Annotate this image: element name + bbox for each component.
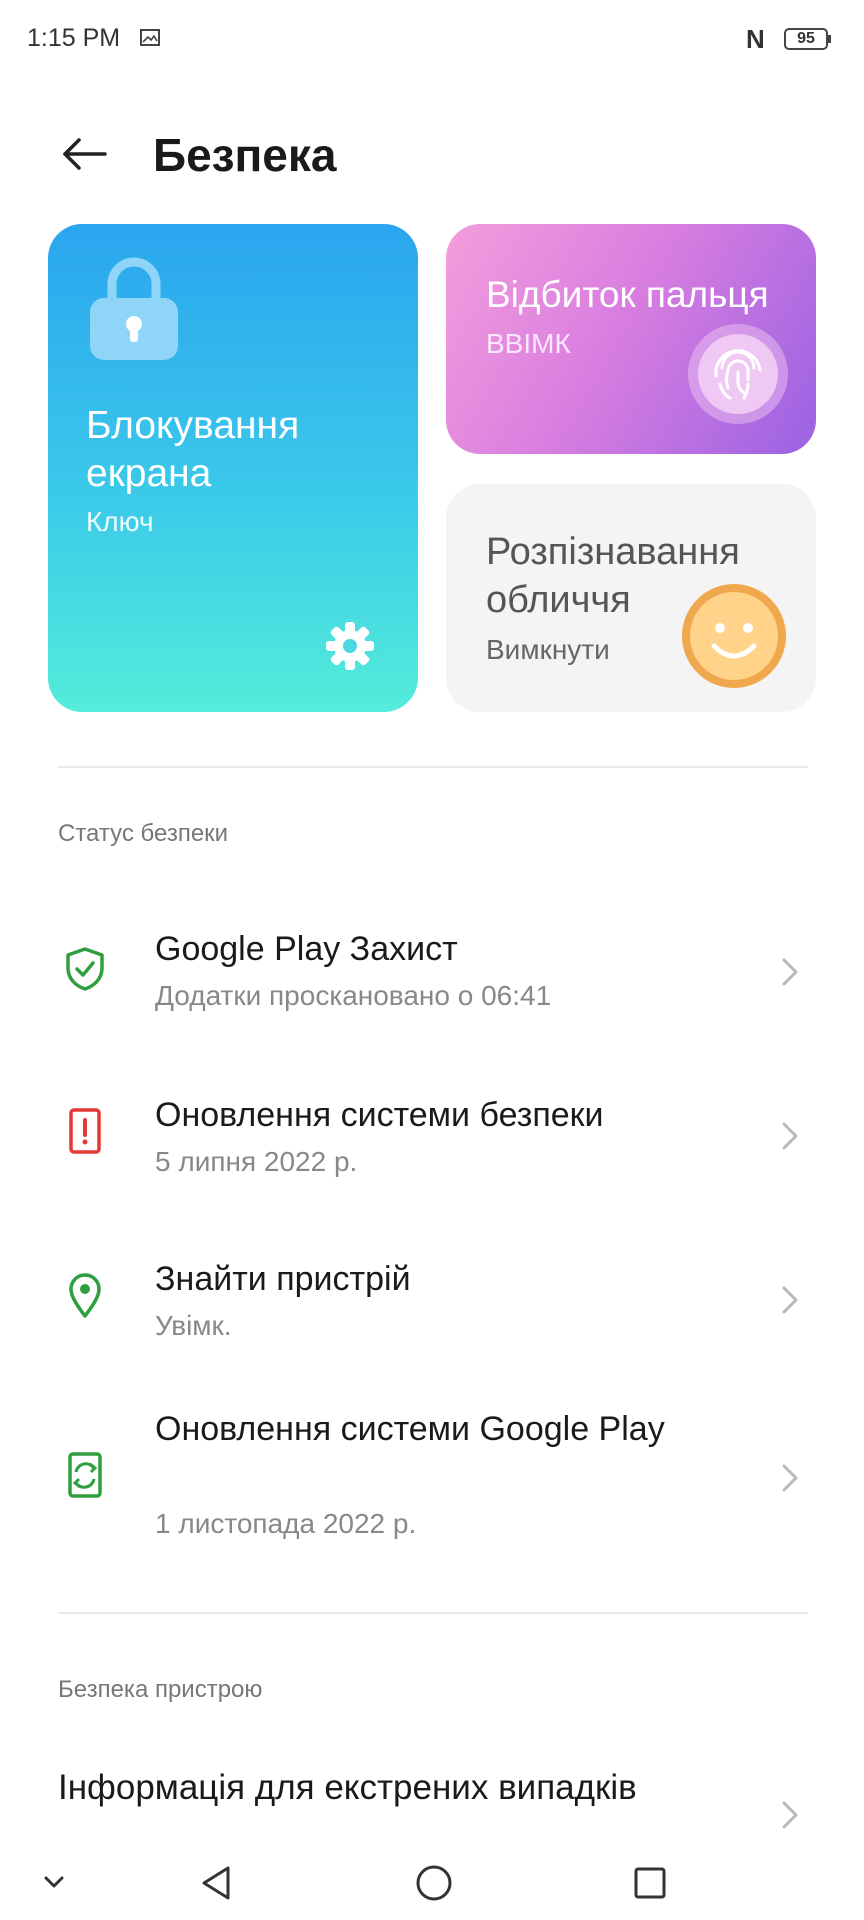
page-title: Безпека: [153, 129, 337, 181]
chevron-right-icon: [782, 1286, 798, 1314]
item-subtitle: Додатки проскановано о 06:41: [155, 980, 552, 1011]
nav-back-button[interactable]: [186, 1858, 246, 1908]
navigation-bar: [0, 1848, 864, 1920]
divider: [58, 1612, 808, 1614]
chevron-right-icon: [782, 1464, 798, 1492]
header: Безпека: [0, 100, 864, 210]
fingerprint-icon: [688, 324, 788, 424]
arrow-left-icon: [63, 138, 107, 170]
list-item-google-play-protect[interactable]: Google Play Захист Додатки проскановано …: [0, 920, 864, 1040]
section-device-security: Безпека пристрою: [58, 1676, 263, 1703]
screen-lock-subtitle: Ключ: [86, 506, 154, 537]
fingerprint-title: Відбиток пальця: [486, 274, 769, 315]
nav-collapse-button[interactable]: [24, 1858, 84, 1908]
nav-recents-button[interactable]: [620, 1858, 680, 1908]
phone-alert-icon: [69, 1108, 101, 1154]
item-title: Знайти пристрій: [155, 1260, 411, 1298]
shield-check-icon: [66, 947, 104, 991]
triangle-back-icon: [202, 1866, 230, 1900]
list-item-google-play-system-update[interactable]: Оновлення системи Google Play 1 листопад…: [0, 1404, 864, 1564]
face-recognition-card[interactable]: Розпізнавання обличчя Вимкнути: [446, 484, 816, 712]
screen-lock-card[interactable]: Блокування екрана Ключ: [48, 224, 418, 712]
fingerprint-card[interactable]: Відбиток пальця ВВІМК: [446, 224, 816, 454]
chevron-right-icon: [782, 1122, 798, 1150]
phone-sync-icon: [68, 1452, 102, 1498]
location-pin-icon: [69, 1273, 101, 1318]
gear-icon[interactable]: [324, 620, 376, 672]
back-button[interactable]: [55, 124, 115, 184]
face-recognition-status: Вимкнути: [486, 634, 610, 665]
section-security-status: Статус безпеки: [58, 820, 229, 847]
item-subtitle: Увімк.: [155, 1310, 232, 1341]
chevron-down-icon: [44, 1876, 64, 1888]
square-recents-icon: [634, 1867, 666, 1899]
screen-lock-title: Блокування екрана: [86, 404, 300, 495]
fingerprint-status: ВВІМК: [486, 328, 571, 359]
nfc-icon: N: [746, 24, 765, 54]
chevron-right-icon[interactable]: [778, 1797, 802, 1833]
battery-level: 95: [797, 30, 815, 47]
list-item-find-device[interactable]: Знайти пристрій Увімк.: [0, 1248, 864, 1368]
emergency-info-title[interactable]: Інформація для екстрених випадків: [58, 1768, 637, 1808]
item-subtitle: 5 липня 2022 р.: [155, 1146, 358, 1177]
status-time: 1:15 PM: [27, 24, 121, 52]
status-bar: 1:15 PM N 95: [0, 0, 864, 80]
circle-home-icon: [416, 1865, 452, 1901]
item-title: Оновлення системи безпеки: [155, 1096, 604, 1134]
chevron-right-icon: [782, 958, 798, 986]
item-subtitle: 1 листопада 2022 р.: [155, 1508, 417, 1539]
nav-home-button[interactable]: [404, 1858, 464, 1908]
smiley-face-icon: [682, 584, 786, 688]
list-item-security-update[interactable]: Оновлення системи безпеки 5 липня 2022 р…: [0, 1084, 864, 1204]
divider: [58, 766, 808, 768]
lock-icon: [90, 257, 178, 360]
gallery-notification-icon: [140, 29, 160, 46]
item-title: Оновлення системи Google Play: [155, 1410, 665, 1448]
item-title: Google Play Захист: [155, 930, 458, 968]
battery-icon: 95: [784, 28, 832, 50]
